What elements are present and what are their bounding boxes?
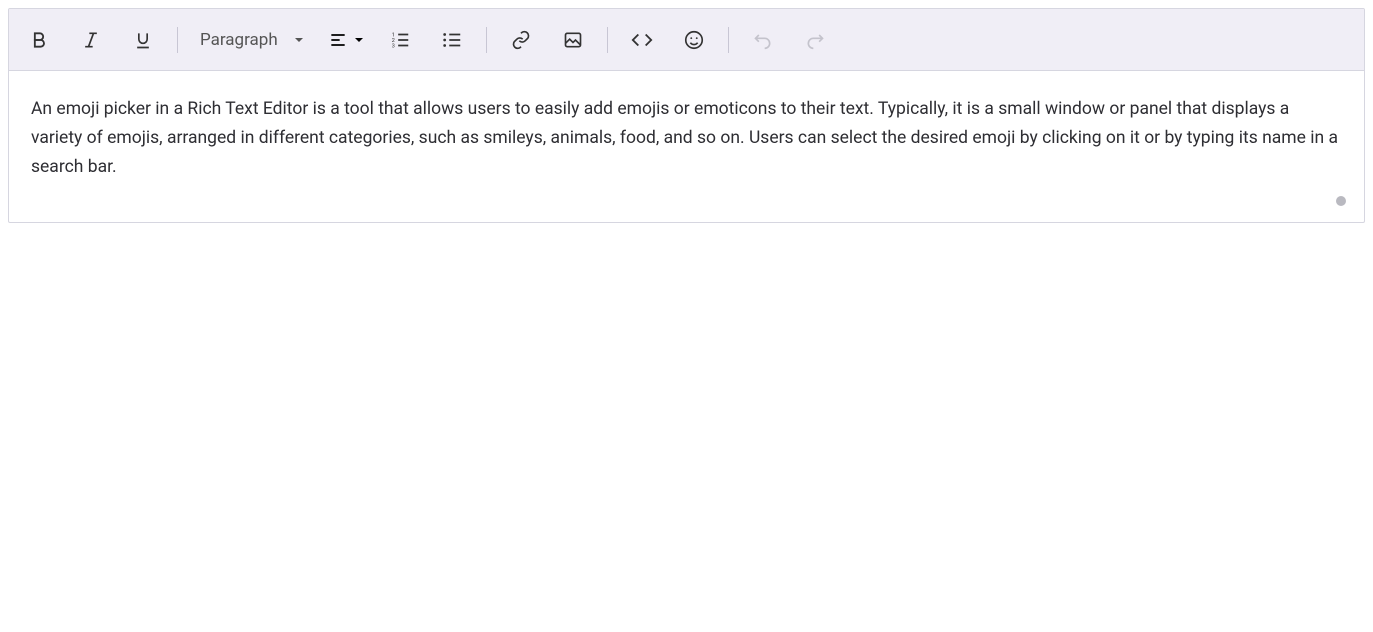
emoji-button[interactable] <box>672 18 716 62</box>
editor-content[interactable]: An emoji picker in a Rich Text Editor is… <box>9 71 1364 222</box>
unordered-list-button[interactable] <box>430 18 474 62</box>
svg-text:3: 3 <box>391 43 394 49</box>
align-dropdown[interactable] <box>322 18 370 62</box>
undo-button[interactable] <box>741 18 785 62</box>
redo-icon <box>805 30 825 50</box>
format-dropdown[interactable]: Paragraph <box>190 18 314 62</box>
link-icon <box>511 30 531 50</box>
underline-icon <box>133 30 153 50</box>
format-label: Paragraph <box>200 30 278 50</box>
italic-button[interactable] <box>69 18 113 62</box>
content-text: An emoji picker in a Rich Text Editor is… <box>31 99 1338 177</box>
underline-button[interactable] <box>121 18 165 62</box>
toolbar-separator <box>177 27 178 53</box>
link-button[interactable] <box>499 18 543 62</box>
undo-icon <box>753 30 773 50</box>
chevron-down-icon <box>354 35 364 45</box>
toolbar-separator <box>486 27 487 53</box>
image-icon <box>563 30 583 50</box>
toolbar-separator <box>728 27 729 53</box>
image-button[interactable] <box>551 18 595 62</box>
ordered-list-icon: 1 2 3 <box>389 29 411 51</box>
ordered-list-button[interactable]: 1 2 3 <box>378 18 422 62</box>
bold-icon <box>29 30 49 50</box>
italic-icon <box>81 30 101 50</box>
unordered-list-icon <box>441 29 463 51</box>
toolbar-separator <box>607 27 608 53</box>
emoji-icon <box>683 29 705 51</box>
bold-button[interactable] <box>17 18 61 62</box>
code-icon <box>631 29 653 51</box>
redo-button[interactable] <box>793 18 837 62</box>
resize-handle[interactable] <box>1336 196 1346 206</box>
rich-text-editor: Paragraph 1 2 3 <box>8 8 1365 223</box>
toolbar: Paragraph 1 2 3 <box>9 9 1364 71</box>
code-view-button[interactable] <box>620 18 664 62</box>
align-left-icon <box>328 30 348 50</box>
chevron-down-icon <box>294 35 304 45</box>
